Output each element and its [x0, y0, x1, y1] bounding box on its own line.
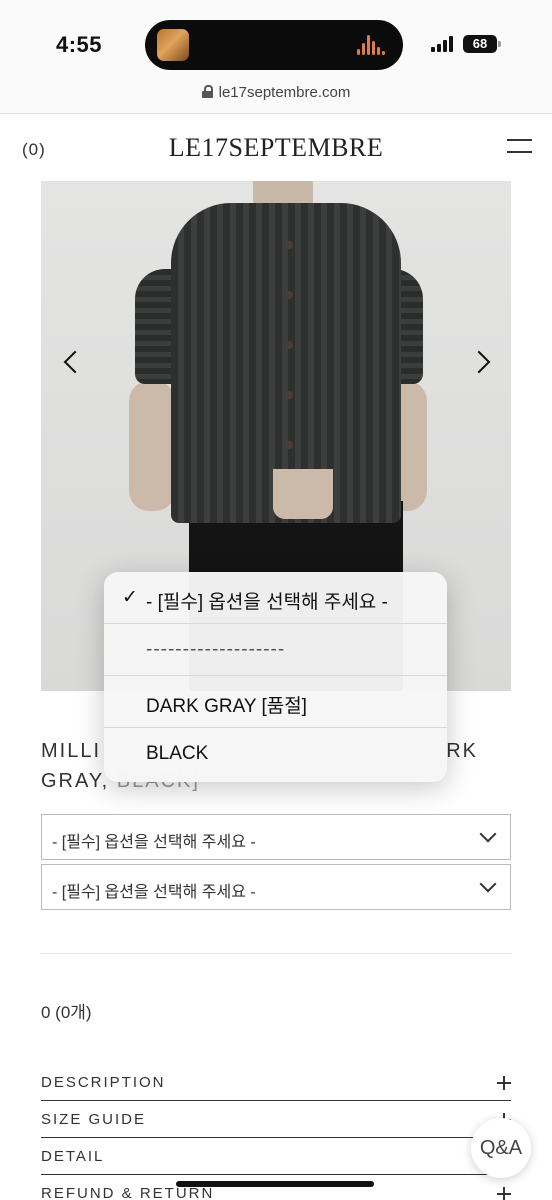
carousel-prev-chevron-icon[interactable] — [63, 351, 77, 373]
plus-icon — [497, 1187, 511, 1200]
dropdown-option-required[interactable]: ✓ - [필수] 옵션을 선택해 주세요 - — [104, 572, 447, 624]
product-title-end: RK — [446, 740, 478, 762]
battery-icon: 68 — [463, 35, 497, 53]
chevron-down-icon — [479, 875, 497, 893]
chevron-down-icon — [479, 825, 497, 843]
accordion-description[interactable]: DESCRIPTION — [41, 1064, 511, 1101]
url-text: le17septembre.com — [218, 84, 351, 101]
now-playing-artwork — [157, 29, 189, 61]
section-divider — [41, 953, 511, 954]
url-display[interactable]: le17septembre.com — [0, 84, 552, 101]
checkmark-icon: ✓ — [122, 587, 138, 608]
accordion-size-guide[interactable]: SIZE GUIDE — [41, 1101, 511, 1138]
option-select-1[interactable]: - [필수] 옵션을 선택해 주세요 - — [41, 814, 511, 860]
option-select-2[interactable]: - [필수] 옵션을 선택해 주세요 - — [41, 864, 511, 910]
status-bar: 4:55 68 — [0, 0, 552, 80]
lock-icon — [201, 85, 213, 98]
dropdown-option-label: BLACK — [146, 743, 209, 764]
dynamic-island[interactable] — [145, 20, 403, 70]
accordion-label: DESCRIPTION — [41, 1074, 166, 1091]
qna-floating-button[interactable]: Q&A — [471, 1118, 531, 1178]
cardigan-button — [285, 341, 293, 349]
browser-url-bar[interactable]: le17septembre.com — [0, 80, 552, 114]
product-title-start: MILLI — [41, 740, 102, 762]
dropdown-option-dark-gray[interactable]: DARK GRAY [품절] — [104, 676, 447, 728]
dropdown-option-black[interactable]: BLACK — [104, 728, 447, 780]
accordion-label: DETAIL — [41, 1148, 105, 1165]
accordion-detail[interactable]: DETAIL — [41, 1138, 511, 1175]
dropdown-option-label: - [필수] 옵션을 선택해 주세요 - — [146, 592, 388, 613]
accordion-refund-return[interactable]: REFUND & RETURN — [41, 1175, 511, 1200]
total-price: 0 (0개) — [41, 1003, 92, 1022]
home-indicator[interactable] — [176, 1181, 374, 1187]
plus-icon — [497, 1076, 511, 1090]
audio-waveform-icon — [357, 35, 387, 55]
option-select-2-value: - [필수] 옵션을 선택해 주세요 - — [52, 884, 256, 901]
accordion-label: SIZE GUIDE — [41, 1111, 147, 1128]
option-dropdown-menu[interactable]: ✓ - [필수] 옵션을 선택해 주세요 - -----------------… — [104, 572, 447, 782]
model-arm-left — [129, 381, 175, 511]
cardigan-button — [285, 441, 293, 449]
dropdown-option-label: ------------------- — [146, 639, 286, 660]
signal-icon — [431, 36, 457, 52]
cardigan-button — [285, 391, 293, 399]
status-time: 4:55 — [56, 32, 103, 57]
accordion-label: REFUND & RETURN — [41, 1185, 215, 1200]
dropdown-option-label: DARK GRAY [품절] — [146, 696, 307, 717]
cardigan-button — [285, 241, 293, 249]
option-select-1-value: - [필수] 옵션을 선택해 주세요 - — [52, 834, 256, 851]
hamburger-menu-icon[interactable] — [507, 139, 532, 155]
carousel-next-chevron-icon[interactable] — [475, 351, 489, 373]
site-logo[interactable]: LE17SEPTEMBRE — [0, 133, 552, 163]
cardigan-button — [285, 291, 293, 299]
dropdown-option-separator[interactable]: ------------------- — [104, 624, 447, 676]
model-midriff — [273, 469, 333, 519]
battery-tip — [498, 41, 501, 47]
